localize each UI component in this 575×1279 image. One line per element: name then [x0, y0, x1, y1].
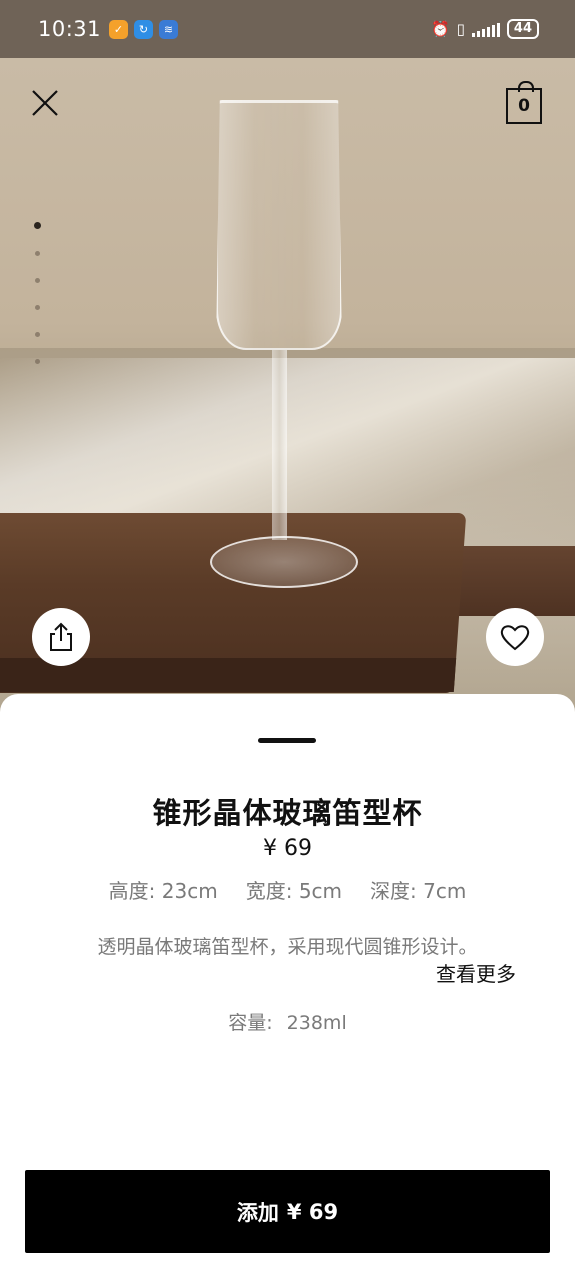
app-notification-icon: ✓: [109, 19, 129, 39]
product-dimensions: 高度: 23cm 宽度: 5cm 深度: 7cm: [0, 875, 575, 904]
signal-icon: [471, 21, 500, 37]
dimension-height: 高度: 23cm: [108, 879, 218, 903]
shopping-bag-button[interactable]: 0: [506, 81, 542, 124]
product-title: 锥形晶体玻璃笛型杯: [152, 796, 423, 830]
favorite-button[interactable]: [486, 608, 544, 666]
carousel-dot[interactable]: [35, 359, 40, 364]
notification-icons: ✓ ↻ ≋: [109, 19, 179, 39]
status-right: ⏰ ▯ 44: [431, 19, 539, 39]
wifi-app-icon: ≋: [159, 19, 179, 39]
product-image[interactable]: [0, 58, 575, 718]
capacity-label: 容量:: [228, 1012, 273, 1034]
add-price: ¥ 69: [286, 1199, 339, 1224]
product-description: 透明晶体玻璃笛型杯，采用现代圆锥形设计。: [97, 936, 478, 958]
status-bar: 10:31 ✓ ↻ ≋ ⏰ ▯ 44: [0, 0, 575, 58]
add-to-cart-button[interactable]: 添加 ¥ 69: [25, 1170, 550, 1253]
cart-count: 0: [518, 96, 530, 116]
glass-foot: [210, 536, 358, 588]
add-label: 添加: [236, 1200, 279, 1225]
carousel-dot[interactable]: [35, 332, 40, 337]
glass-bowl: [216, 100, 342, 350]
alarm-icon: ⏰: [430, 20, 450, 38]
carousel-dot[interactable]: [35, 305, 40, 310]
share-button[interactable]: [32, 608, 90, 666]
capacity-value: 238ml: [286, 1012, 347, 1034]
dimension-width: 宽度: 5cm: [245, 879, 343, 903]
close-button[interactable]: [30, 88, 60, 118]
glass-stem: [272, 350, 287, 540]
carousel-dot[interactable]: [34, 222, 41, 229]
product-capacity: 容量: 238ml: [0, 1008, 575, 1035]
drag-handle[interactable]: [258, 738, 316, 743]
status-time: 10:31: [38, 17, 102, 41]
dimension-depth: 深度: 7cm: [370, 879, 467, 903]
carousel-dot[interactable]: [35, 251, 40, 256]
carousel-dot[interactable]: [35, 278, 40, 283]
app-notification-icon: ↻: [134, 19, 154, 39]
heart-icon: [500, 625, 530, 651]
vibrate-icon: ▯: [456, 20, 465, 38]
battery-indicator: 44: [506, 19, 539, 39]
see-more-link[interactable]: 查看更多: [436, 958, 516, 987]
close-icon: [32, 90, 58, 116]
share-icon: [50, 622, 72, 651]
carousel-indicator[interactable]: [34, 222, 41, 364]
product-detail-sheet: 锥形晶体玻璃笛型杯 ¥ 69 高度: 23cm 宽度: 5cm 深度: 7cm …: [0, 694, 575, 1279]
product-price: ¥ 69: [263, 836, 312, 861]
